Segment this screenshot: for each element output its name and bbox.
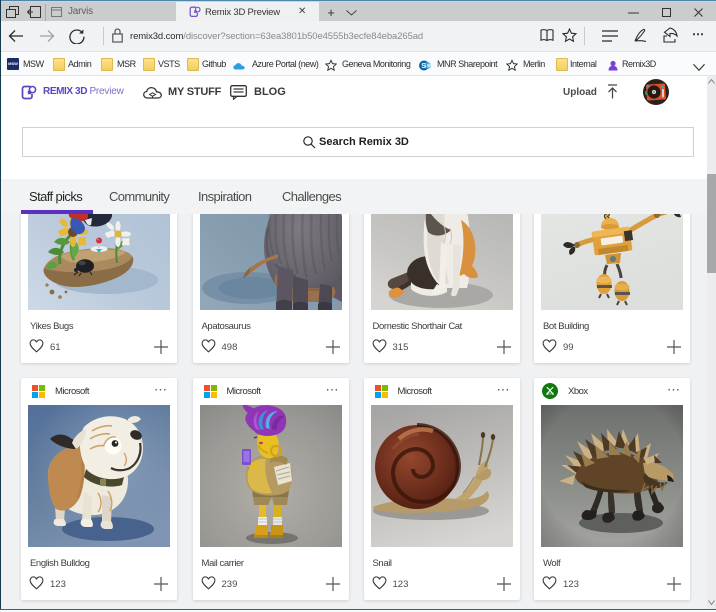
svg-text:S: S (421, 61, 426, 70)
svg-text:XBOX: XBOX (546, 391, 554, 395)
